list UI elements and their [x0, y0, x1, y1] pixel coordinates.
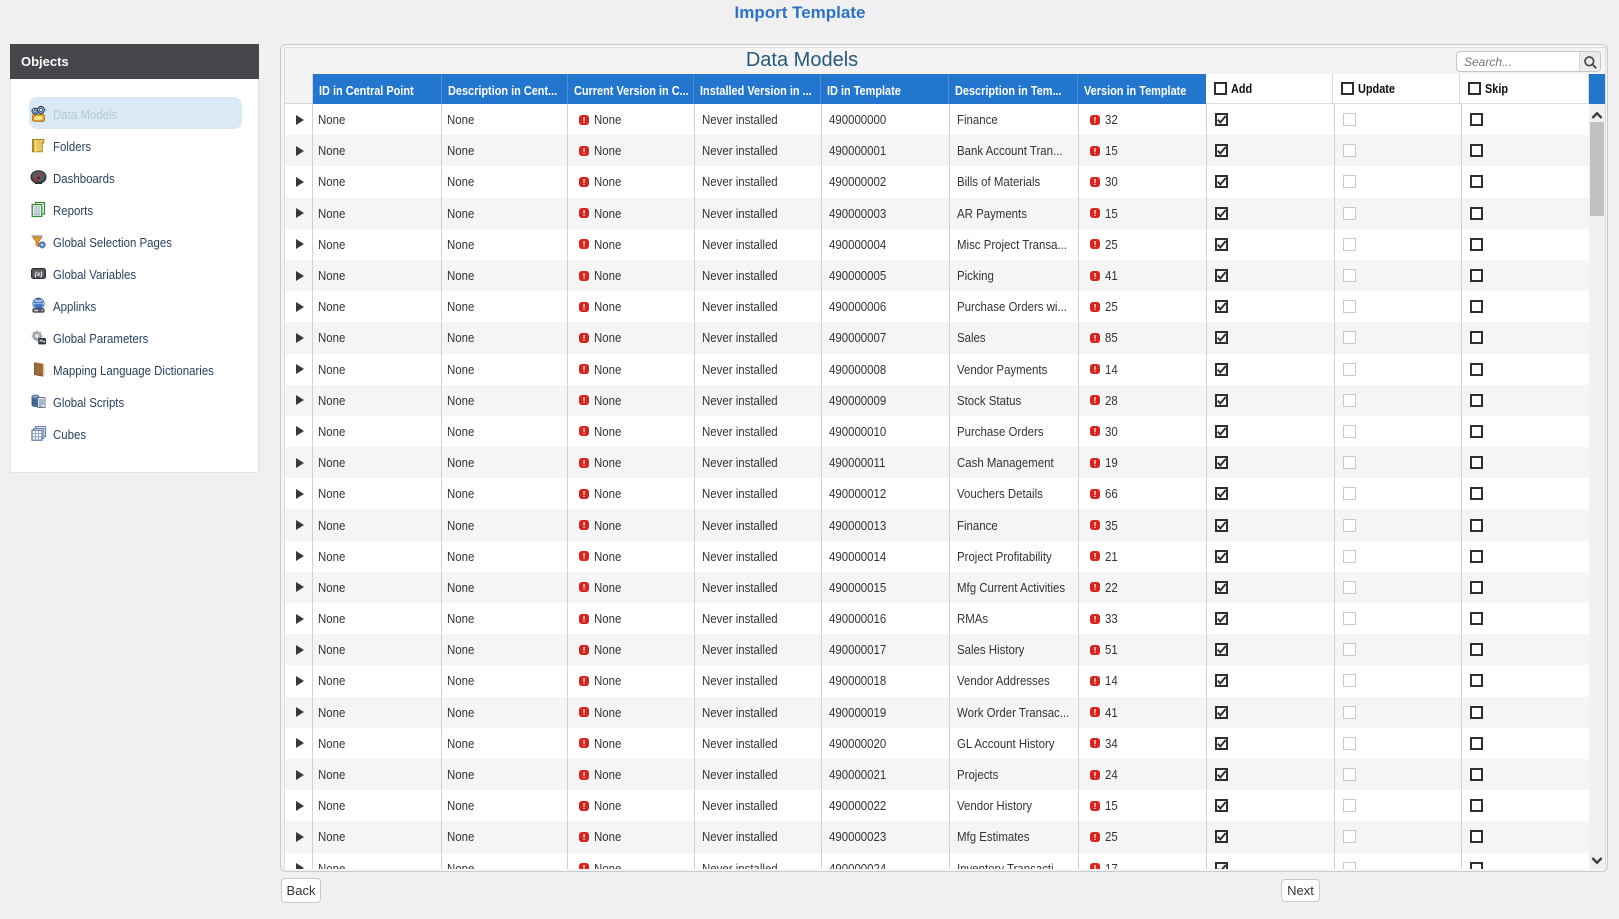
svg-text:(x): (x) [35, 271, 43, 278]
